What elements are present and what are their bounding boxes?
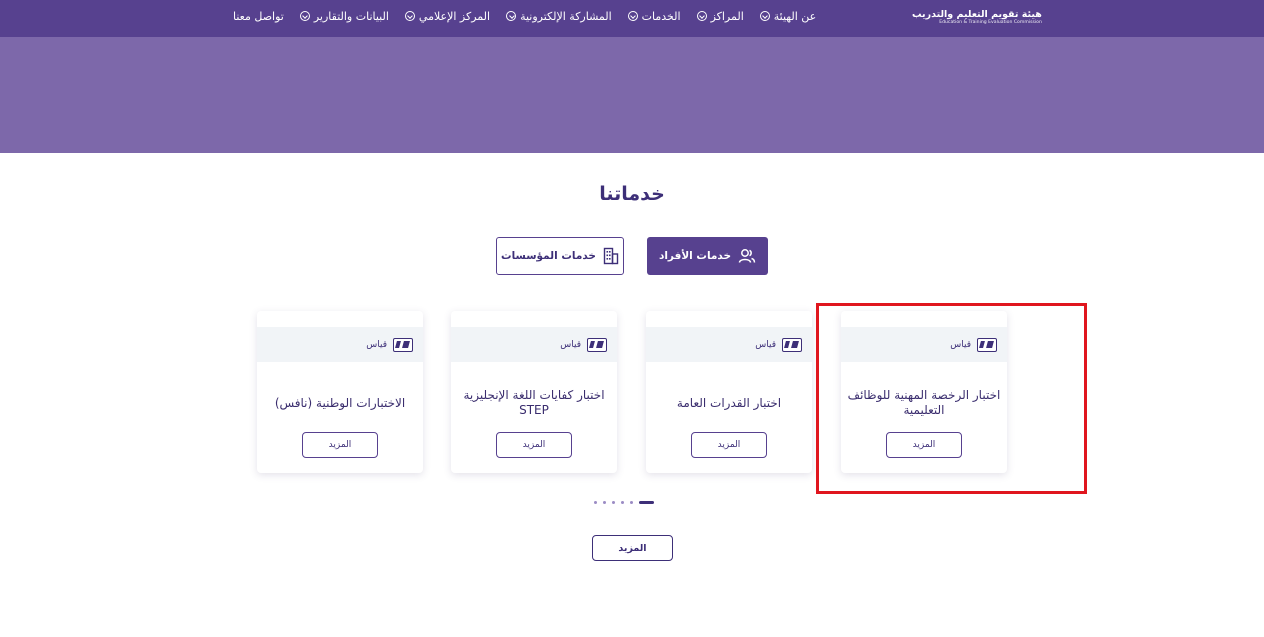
highlight-box [816, 303, 1087, 494]
qiyas-logo-icon [393, 337, 413, 352]
carousel-dot[interactable] [612, 501, 615, 504]
badge-label: قياس [366, 339, 387, 350]
chevron-down-circle-icon [696, 11, 707, 21]
chevron-down-circle-icon [627, 11, 638, 21]
nav-item-data-reports[interactable]: البيانات والتقارير [292, 10, 397, 23]
logo-text: هيئة تقويم التعليم والتدريب Education & … [912, 9, 1042, 26]
carousel-dot-active[interactable] [639, 501, 654, 504]
more-button[interactable]: المزيد [302, 432, 378, 458]
carousel-pagination [594, 501, 654, 504]
top-navbar: هيئة تقويم التعليم والتدريب Education & … [0, 0, 1264, 37]
nav-item-about[interactable]: عن الهيئة [752, 10, 824, 23]
tab-label: خدمات المؤسسات [501, 250, 596, 262]
qiyas-logo-icon [587, 337, 607, 352]
main-nav: عن الهيئة المراكز الخدمات المشاركة الإلك… [225, 0, 824, 32]
view-more-button[interactable]: المزيد [592, 535, 673, 561]
tab-label: خدمات الأفراد [658, 250, 732, 262]
service-card-general-aptitude: قياس اختبار القدرات العامة المزيد [646, 311, 812, 473]
nav-item-contact[interactable]: تواصل معنا [225, 10, 292, 23]
chevron-down-circle-icon [506, 11, 517, 21]
carousel-dot[interactable] [630, 501, 633, 504]
nav-item-media-center[interactable]: المركز الإعلامي [397, 10, 498, 23]
nav-item-label: المشاركة الإلكترونية [520, 9, 612, 23]
carousel-dot[interactable] [621, 501, 624, 504]
carousel-dot[interactable] [603, 501, 606, 504]
service-card-national-tests: قياس الاختبارات الوطنية (نافس) المزيد [257, 311, 423, 473]
badge-label: قياس [560, 339, 581, 350]
card-title: اختبار القدرات العامة [676, 395, 782, 410]
card-title: الاختبارات الوطنية (نافس) [274, 395, 406, 410]
nav-item-label: المراكز [710, 9, 744, 23]
building-icon [603, 247, 619, 265]
card-badge: قياس [451, 327, 617, 362]
service-card-step: قياس اختبار كفايات اللغة الإنجليزية STEP… [451, 311, 617, 473]
nav-item-label: عن الهيئة [773, 9, 817, 23]
logo-english-name: Education & Training Evaluation Commissi… [939, 19, 1042, 25]
logo-arabic-name: هيئة تقويم التعليم والتدريب [912, 8, 1042, 20]
carousel-dot[interactable] [594, 501, 597, 504]
nav-item-label: البيانات والتقارير [313, 9, 389, 23]
tab-institution-services[interactable]: خدمات المؤسسات [496, 237, 624, 275]
nav-item-label: تواصل معنا [233, 9, 284, 23]
hero-banner [0, 37, 1264, 153]
nav-item-centers[interactable]: المراكز [689, 10, 752, 23]
chevron-down-circle-icon [404, 11, 415, 21]
nav-item-e-participation[interactable]: المشاركة الإلكترونية [498, 10, 620, 23]
card-badge: قياس [257, 327, 423, 362]
nav-item-services[interactable]: الخدمات [620, 10, 689, 23]
card-title: اختبار كفايات اللغة الإنجليزية STEP [463, 388, 605, 417]
card-badge: قياس [646, 327, 812, 362]
qiyas-logo-icon [782, 337, 802, 352]
nav-item-label: الخدمات [641, 9, 681, 23]
more-button[interactable]: المزيد [496, 432, 572, 458]
more-button[interactable]: المزيد [691, 432, 767, 458]
users-icon [738, 249, 756, 263]
badge-label: قياس [755, 339, 776, 350]
nav-item-label: المركز الإعلامي [418, 9, 491, 23]
etec-logo[interactable]: هيئة تقويم التعليم والتدريب Education & … [912, 4, 1042, 30]
chevron-down-circle-icon [759, 11, 770, 21]
tab-individual-services[interactable]: خدمات الأفراد [647, 237, 768, 275]
section-title: خدماتنا [599, 183, 665, 205]
chevron-down-circle-icon [299, 11, 310, 21]
